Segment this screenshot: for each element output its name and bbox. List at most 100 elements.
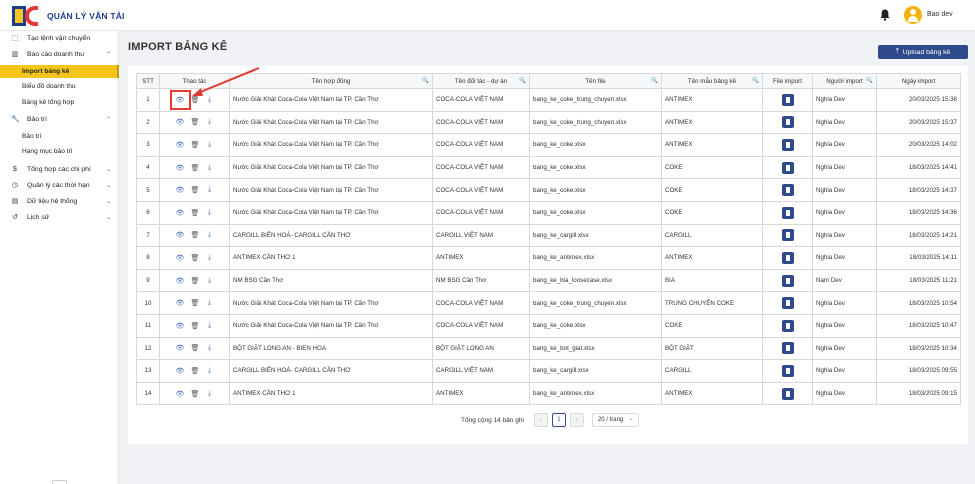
view-icon[interactable]: 👁	[176, 231, 185, 239]
cell-contract: Nước Giải Khát Coca-Cola Việt Nam tại TP…	[229, 88, 433, 112]
view-icon[interactable]: 👁	[176, 118, 185, 126]
download-icon[interactable]: ⤓	[206, 254, 214, 262]
search-icon[interactable]: 🔍	[519, 78, 526, 84]
download-icon[interactable]: ⤓	[206, 141, 214, 149]
bell-icon[interactable]	[880, 9, 890, 21]
file-icon[interactable]	[781, 184, 794, 197]
delete-icon[interactable]: 🗑	[191, 299, 200, 307]
file-icon[interactable]	[781, 364, 794, 377]
search-icon[interactable]: 🔍	[752, 78, 759, 84]
delete-icon[interactable]: 🗑	[191, 277, 200, 285]
file-icon[interactable]	[781, 161, 794, 174]
view-icon[interactable]: 👁	[176, 322, 185, 330]
sidebar-item-maintenance[interactable]: 🔧 Bảo trì ⌃	[0, 113, 119, 126]
cell-filename: bang_ke_coke.xlsx	[529, 200, 662, 225]
file-icon[interactable]	[781, 319, 794, 332]
col-header-filename[interactable]: Tên file 🔍	[529, 73, 662, 89]
download-icon[interactable]: ⤓	[206, 299, 214, 307]
view-icon[interactable]: 👁	[176, 209, 185, 217]
sidebar-item-history[interactable]: ↺ Lịch sử ⌄	[0, 211, 119, 224]
sidebar-item-deadlines[interactable]: ◷ Quản lý các thời hạn ⌄	[0, 179, 119, 192]
delete-icon[interactable]: 🗑	[191, 118, 200, 126]
sidebar-item-create-order[interactable]: ⬚ Tạo lệnh vận chuyển	[0, 32, 119, 45]
delete-icon[interactable]: 🗑	[191, 209, 200, 217]
file-icon[interactable]	[781, 116, 794, 129]
file-icon[interactable]	[781, 206, 794, 219]
view-icon[interactable]: 👁	[176, 164, 185, 172]
search-icon[interactable]: 🔍	[422, 78, 429, 84]
sidebar-collapse-button[interactable]: ◂	[52, 480, 67, 484]
search-icon[interactable]: 🔍	[866, 78, 873, 84]
file-icon[interactable]	[781, 229, 794, 242]
page-size-select[interactable]: 20 / trang	[591, 413, 639, 427]
col-header-partner[interactable]: Tên đối tác - dự án 🔍	[432, 73, 530, 89]
chevron-up-icon: ⌃	[106, 117, 112, 123]
delete-icon[interactable]: 🗑	[191, 141, 200, 149]
file-icon[interactable]	[781, 251, 794, 264]
download-icon[interactable]: ⤓	[206, 277, 214, 285]
download-icon[interactable]: ⤓	[206, 96, 214, 104]
view-icon[interactable]: 👁	[176, 141, 185, 149]
sidebar-item-import-statement[interactable]: Import bảng kê	[0, 65, 119, 78]
user-avatar[interactable]	[904, 6, 922, 24]
col-header-contract[interactable]: Tên hợp đồng 🔍	[229, 73, 433, 89]
delete-icon[interactable]: 🗑	[191, 164, 200, 172]
delete-icon[interactable]: 🗑	[191, 186, 200, 194]
delete-icon[interactable]: 🗑	[191, 390, 200, 398]
cell-stt: 3	[136, 133, 160, 157]
view-icon[interactable]: 👁	[176, 390, 185, 398]
file-icon[interactable]	[781, 342, 794, 355]
download-icon[interactable]: ⤓	[206, 209, 214, 217]
sidebar-item-expenses[interactable]: $ Tổng hợp các chi phí ⌄	[0, 163, 119, 176]
search-icon[interactable]: 🔍	[651, 78, 658, 84]
download-icon[interactable]: ⤓	[206, 231, 214, 239]
delete-icon[interactable]: 🗑	[191, 254, 200, 262]
file-icon[interactable]	[781, 93, 794, 106]
sidebar-item-revenue-report[interactable]: ▥ Báo cáo doanh thu ⌃	[0, 48, 119, 61]
annotation-highlight-box	[170, 90, 191, 110]
delete-icon[interactable]: 🗑	[191, 231, 200, 239]
delete-icon[interactable]: 🗑	[191, 367, 200, 375]
view-icon[interactable]: 👁	[176, 277, 185, 285]
delete-icon[interactable]: 🗑	[191, 322, 200, 330]
sidebar: ⬚ Tạo lệnh vận chuyển ▥ Báo cáo doanh th…	[0, 31, 119, 484]
delete-icon[interactable]: 🗑	[191, 344, 200, 352]
cell-actions: 👁 🗑 ⤓	[159, 246, 230, 270]
view-icon[interactable]: 👁	[176, 254, 185, 262]
download-icon[interactable]: ⤓	[206, 322, 214, 330]
download-icon[interactable]: ⤓	[206, 344, 214, 352]
page-1-button[interactable]: 1	[551, 413, 566, 427]
app-logo[interactable]	[12, 6, 38, 26]
sidebar-item-revenue-chart[interactable]: Biểu đồ doanh thu	[0, 80, 119, 93]
download-icon[interactable]: ⤓	[206, 390, 214, 398]
view-icon[interactable]: 👁	[176, 186, 185, 194]
sidebar-item-summary-statement[interactable]: Bảng kê tổng hợp	[0, 96, 119, 109]
cell-stt: 8	[136, 246, 160, 270]
download-icon[interactable]: ⤓	[206, 118, 214, 126]
prev-page-button[interactable]: ‹	[533, 413, 548, 427]
page-title: IMPORT BẢNG KÊ	[128, 41, 228, 53]
upload-button[interactable]: ⤒ Upload bảng kê	[878, 45, 968, 59]
file-icon[interactable]	[781, 297, 794, 310]
delete-icon[interactable]: 🗑	[191, 96, 200, 104]
view-icon[interactable]: 👁	[176, 299, 185, 307]
view-icon[interactable]: 👁	[176, 367, 185, 375]
file-icon[interactable]	[781, 387, 794, 400]
sidebar-item-system-data[interactable]: ▤ Dữ liệu hệ thống ⌄	[0, 195, 119, 208]
cell-filename: bang_ke_bia_loosecase.xlsx	[529, 268, 662, 293]
download-icon[interactable]: ⤓	[206, 164, 214, 172]
sidebar-item-maintenance-categories[interactable]: Hạng mục bảo trì	[0, 145, 119, 158]
sidebar-item-maintenance-sub[interactable]: Bảo trì	[0, 130, 119, 143]
col-header-stt: STT	[136, 73, 160, 89]
next-page-button[interactable]: ›	[569, 413, 584, 427]
file-icon[interactable]	[781, 274, 794, 287]
user-name[interactable]: Bao dev	[927, 11, 953, 18]
download-icon[interactable]: ⤓	[206, 186, 214, 194]
file-icon[interactable]	[781, 138, 794, 151]
col-header-importer[interactable]: Người import 🔍	[812, 73, 877, 89]
clock-icon: ◷	[11, 181, 19, 189]
col-header-template[interactable]: Tên mẫu bảng kê 🔍	[661, 73, 763, 89]
cell-actions: 👁 🗑 ⤓	[159, 268, 230, 293]
download-icon[interactable]: ⤓	[206, 367, 214, 375]
view-icon[interactable]: 👁	[176, 344, 185, 352]
